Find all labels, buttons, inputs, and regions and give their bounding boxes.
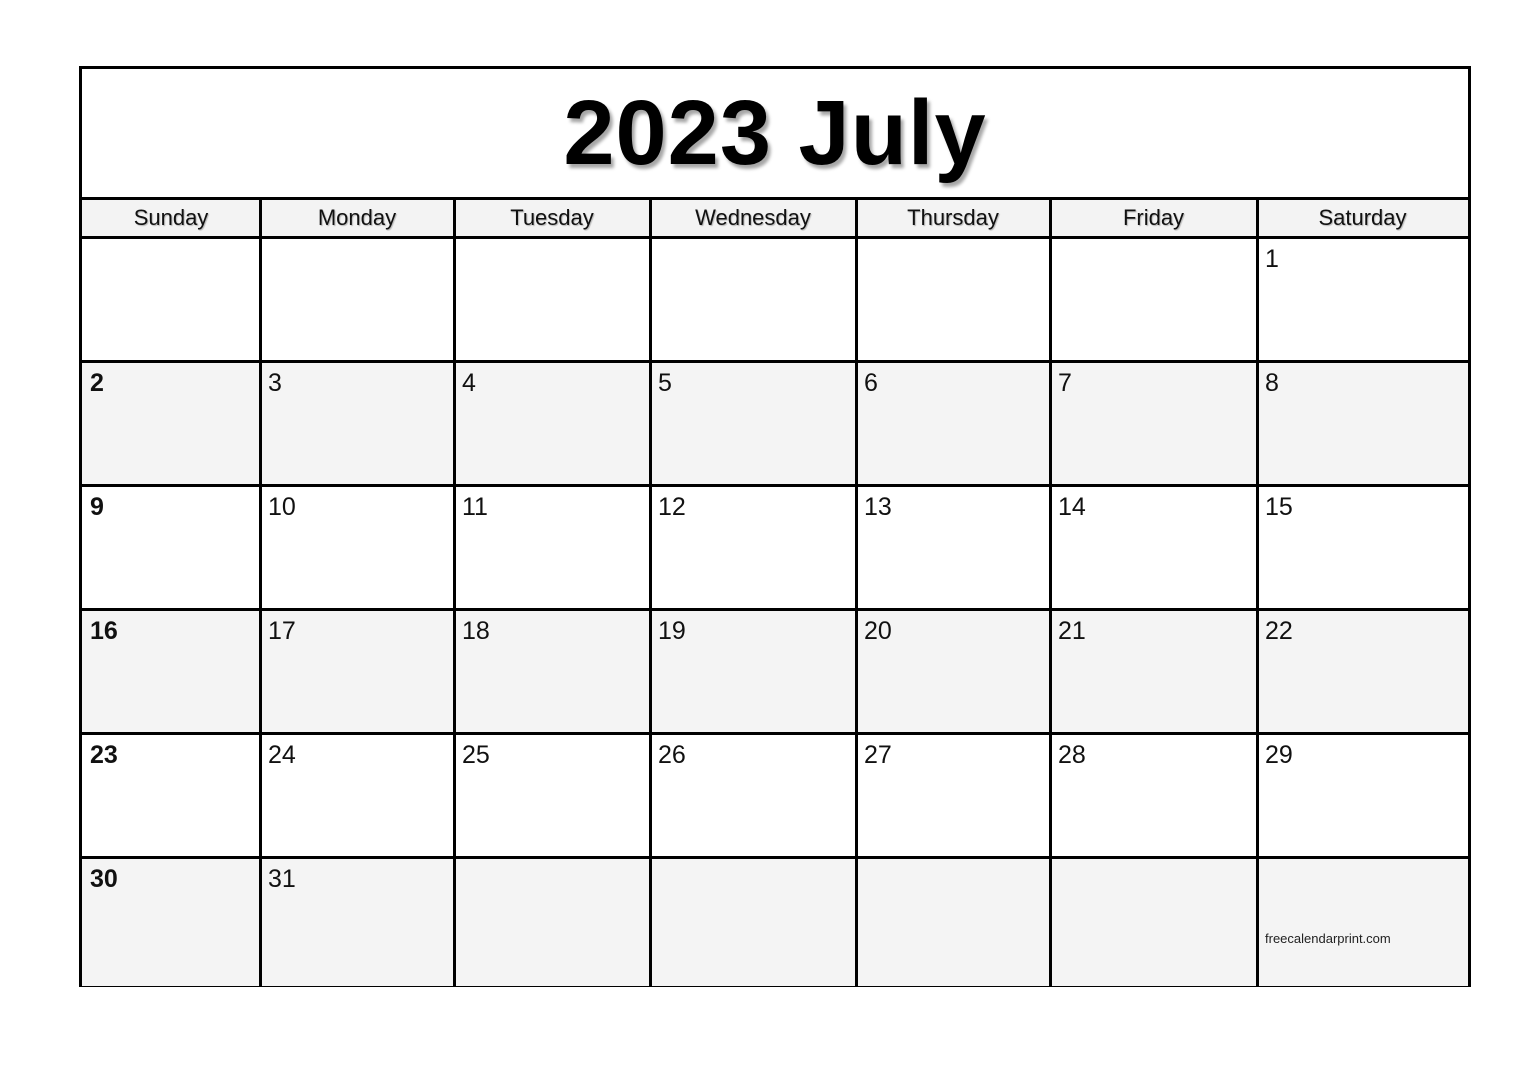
column-divider bbox=[649, 197, 652, 986]
day-cell-9[interactable]: 9 bbox=[82, 487, 260, 608]
day-number: 1 bbox=[1265, 245, 1279, 273]
day-number: 9 bbox=[90, 493, 104, 521]
day-cell-11[interactable]: 11 bbox=[454, 487, 650, 608]
day-cell-22[interactable]: 22 bbox=[1257, 611, 1468, 732]
calendar-title: 2023 July bbox=[563, 81, 987, 184]
column-divider bbox=[1256, 197, 1259, 986]
empty-day-cell[interactable] bbox=[454, 859, 650, 986]
day-cell-10[interactable]: 10 bbox=[260, 487, 454, 608]
day-number: 29 bbox=[1265, 741, 1293, 769]
day-number: 17 bbox=[268, 617, 296, 645]
week-row: 9 10 11 12 13 14 15 bbox=[82, 487, 1468, 611]
weekday-saturday: Saturday bbox=[1318, 205, 1407, 230]
day-number: 30 bbox=[90, 865, 118, 893]
weekday-tuesday: Tuesday bbox=[510, 205, 594, 230]
day-cell-25[interactable]: 25 bbox=[454, 735, 650, 856]
day-number: 15 bbox=[1265, 493, 1293, 521]
week-row: 30 31 freecalendarprint.com bbox=[82, 859, 1468, 986]
credit-text: freecalendarprint.com bbox=[1265, 931, 1391, 946]
empty-day-cell[interactable] bbox=[454, 239, 650, 360]
column-divider bbox=[453, 197, 456, 986]
day-number: 6 bbox=[864, 369, 878, 397]
day-number: 2 bbox=[90, 369, 104, 397]
day-cell-12[interactable]: 12 bbox=[650, 487, 856, 608]
day-number: 28 bbox=[1058, 741, 1086, 769]
day-cell-19[interactable]: 19 bbox=[650, 611, 856, 732]
day-number: 11 bbox=[462, 493, 488, 521]
day-cell-8[interactable]: 8 bbox=[1257, 363, 1468, 484]
day-cell-29[interactable]: 29 bbox=[1257, 735, 1468, 856]
day-cell-17[interactable]: 17 bbox=[260, 611, 454, 732]
empty-day-cell[interactable] bbox=[260, 239, 454, 360]
empty-day-cell[interactable] bbox=[856, 239, 1050, 360]
day-cell-6[interactable]: 6 bbox=[856, 363, 1050, 484]
day-number: 25 bbox=[462, 741, 490, 769]
day-number: 24 bbox=[268, 741, 296, 769]
day-number: 20 bbox=[864, 617, 892, 645]
day-number: 16 bbox=[90, 617, 118, 645]
day-number: 14 bbox=[1058, 493, 1086, 521]
day-cell-5[interactable]: 5 bbox=[650, 363, 856, 484]
week-row: 2 3 4 5 6 7 8 bbox=[82, 363, 1468, 487]
weekday-monday: Monday bbox=[317, 205, 397, 230]
day-cell-7[interactable]: 7 bbox=[1050, 363, 1257, 484]
day-number: 4 bbox=[462, 369, 476, 397]
day-cell-24[interactable]: 24 bbox=[260, 735, 454, 856]
day-number: 22 bbox=[1265, 617, 1293, 645]
day-number: 27 bbox=[864, 741, 892, 769]
weekday-sunday: Sunday bbox=[133, 205, 209, 230]
week-row: 1 bbox=[82, 239, 1468, 363]
day-cell-2[interactable]: 2 bbox=[82, 363, 260, 484]
empty-day-cell[interactable]: freecalendarprint.com bbox=[1257, 859, 1468, 986]
day-number: 19 bbox=[658, 617, 686, 645]
day-cell-23[interactable]: 23 bbox=[82, 735, 260, 856]
day-cell-26[interactable]: 26 bbox=[650, 735, 856, 856]
day-cell-21[interactable]: 21 bbox=[1050, 611, 1257, 732]
day-number: 26 bbox=[658, 741, 686, 769]
day-cell-13[interactable]: 13 bbox=[856, 487, 1050, 608]
day-number: 23 bbox=[90, 741, 118, 769]
day-number: 8 bbox=[1265, 369, 1279, 397]
day-number: 5 bbox=[658, 369, 672, 397]
day-number: 13 bbox=[864, 493, 892, 521]
weekday-friday: Friday bbox=[1122, 205, 1185, 230]
weekday-wednesday: Wednesday bbox=[695, 205, 811, 230]
empty-day-cell[interactable] bbox=[1050, 859, 1257, 986]
day-number: 18 bbox=[462, 617, 490, 645]
empty-day-cell[interactable] bbox=[1050, 239, 1257, 360]
day-cell-15[interactable]: 15 bbox=[1257, 487, 1468, 608]
day-cell-1[interactable]: 1 bbox=[1257, 239, 1468, 360]
day-cell-4[interactable]: 4 bbox=[454, 363, 650, 484]
column-divider bbox=[259, 197, 262, 986]
empty-day-cell[interactable] bbox=[650, 239, 856, 360]
calendar: 2023 July Sunday Monday Tuesday Wednesday Th… bbox=[79, 66, 1471, 987]
day-cell-16[interactable]: 16 bbox=[82, 611, 260, 732]
day-cell-3[interactable]: 3 bbox=[260, 363, 454, 484]
column-divider bbox=[855, 197, 858, 986]
day-cell-28[interactable]: 28 bbox=[1050, 735, 1257, 856]
week-row: 16 17 18 19 20 21 22 bbox=[82, 611, 1468, 735]
day-cell-27[interactable]: 27 bbox=[856, 735, 1050, 856]
empty-day-cell[interactable] bbox=[856, 859, 1050, 986]
empty-day-cell[interactable] bbox=[650, 859, 856, 986]
day-cell-14[interactable]: 14 bbox=[1050, 487, 1257, 608]
day-cell-18[interactable]: 18 bbox=[454, 611, 650, 732]
day-number: 21 bbox=[1058, 617, 1086, 645]
weekday-thursday: Thursday bbox=[907, 205, 999, 230]
weekday-header-row: Sunday Monday Tuesday Wednesday Thursday Frid… bbox=[82, 197, 1468, 239]
day-cell-31[interactable]: 31 bbox=[260, 859, 454, 986]
day-number: 3 bbox=[268, 369, 282, 397]
day-number: 10 bbox=[268, 493, 296, 521]
day-number: 12 bbox=[658, 493, 686, 521]
day-cell-20[interactable]: 20 bbox=[856, 611, 1050, 732]
day-number: 31 bbox=[268, 865, 296, 893]
day-cell-30[interactable]: 30 bbox=[82, 859, 260, 986]
day-number: 7 bbox=[1058, 369, 1072, 397]
empty-day-cell[interactable] bbox=[82, 239, 260, 360]
week-row: 23 24 25 26 27 28 29 bbox=[82, 735, 1468, 859]
column-divider bbox=[1049, 197, 1052, 986]
